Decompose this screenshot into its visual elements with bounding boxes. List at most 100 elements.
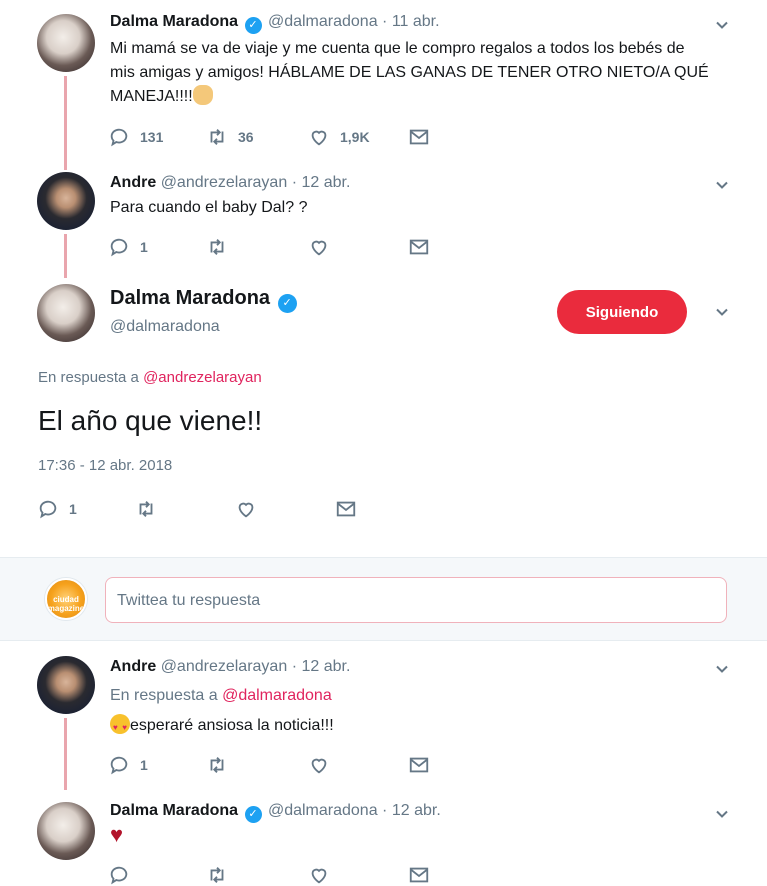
envelope-icon xyxy=(409,239,429,255)
tweet-date[interactable]: 12 abr. xyxy=(392,802,441,819)
thread-line xyxy=(64,718,67,790)
retweet-button[interactable] xyxy=(135,497,157,521)
tweet-header: Andre @andrezelarayan · 12 abr. xyxy=(110,174,350,192)
direct-message-button[interactable] xyxy=(408,863,430,886)
tweet-dalma-1[interactable]: Dalma Maradona ✓ @dalmaradona · 11 abr. … xyxy=(0,0,767,170)
author-handle[interactable]: @dalmaradona xyxy=(110,318,220,336)
verified-badge-icon: ✓ xyxy=(277,294,297,313)
current-user-avatar[interactable]: ciudad magazine xyxy=(45,578,87,620)
separator-dot: · xyxy=(382,13,388,30)
tweet-timestamp[interactable]: 17:36 - 12 abr. 2018 xyxy=(38,457,172,474)
chevron-down-icon[interactable] xyxy=(715,807,729,821)
tweet-header: Dalma Maradona ✓ @dalmaradona · 11 abr. xyxy=(110,13,440,34)
reply-count: 1 xyxy=(69,501,77,517)
reply-button[interactable]: 1 xyxy=(37,497,77,521)
envelope-icon xyxy=(336,501,356,517)
direct-message-button[interactable] xyxy=(335,497,357,521)
like-button[interactable] xyxy=(308,235,330,259)
like-count: 1,9K xyxy=(340,129,370,145)
tweet-andre-1[interactable]: Andre @andrezelarayan · 12 abr. Para cua… xyxy=(0,168,767,278)
tweet-date[interactable]: 12 abr. xyxy=(301,658,350,675)
retweet-icon xyxy=(210,757,224,773)
retweet-icon xyxy=(139,501,153,517)
chevron-down-icon[interactable] xyxy=(715,662,729,676)
reply-button[interactable]: 131 xyxy=(108,125,163,149)
verified-badge-icon: ✓ xyxy=(244,17,262,34)
tweet-date[interactable]: 11 abr. xyxy=(392,13,440,30)
author-name[interactable]: Andre xyxy=(110,658,156,675)
tweet-text-line: MANEJA!!!! xyxy=(110,85,730,109)
direct-message-button[interactable] xyxy=(408,235,430,259)
retweet-button[interactable] xyxy=(206,863,228,886)
reply-andre[interactable]: Andre @andrezelarayan · 12 abr. En respu… xyxy=(0,650,767,790)
avatar-logo-text: ciudad magazine xyxy=(47,595,85,613)
author-name[interactable]: Dalma Maradona xyxy=(110,802,238,819)
reply-button[interactable] xyxy=(108,863,130,886)
avatar[interactable] xyxy=(37,656,95,714)
tweet-text: Para cuando el baby Dal? ? xyxy=(110,199,308,216)
heart-icon xyxy=(311,130,327,146)
author-handle[interactable]: @dalmaradona xyxy=(268,802,378,819)
tweet-text-line: mis amigas y amigos! HÁBLAME DE LAS GANA… xyxy=(110,64,709,81)
heart-icon xyxy=(311,758,327,774)
like-button[interactable] xyxy=(308,753,330,777)
replying-prefix: En respuesta a xyxy=(38,369,139,386)
following-button[interactable]: Siguiendo xyxy=(557,290,687,334)
avatar[interactable] xyxy=(37,172,95,230)
author-handle[interactable]: @dalmaradona xyxy=(268,13,378,30)
reply-icon xyxy=(39,500,57,519)
retweet-icon xyxy=(210,129,224,145)
author-handle[interactable]: @andrezelarayan xyxy=(161,658,288,675)
like-button[interactable] xyxy=(235,497,257,521)
tweet-text-line-end: MANEJA!!!! xyxy=(110,88,193,105)
author-name[interactable]: Dalma Maradona ✓ xyxy=(110,287,299,313)
tweet-header: Andre @andrezelarayan · 12 abr. xyxy=(110,658,350,676)
envelope-icon xyxy=(409,867,429,883)
avatar[interactable] xyxy=(37,284,95,342)
envelope-icon xyxy=(409,757,429,773)
woman-facepalm-emoji-icon xyxy=(192,85,213,105)
author-handle[interactable]: @andrezelarayan xyxy=(161,174,288,191)
envelope-icon xyxy=(409,129,429,145)
author-name[interactable]: Dalma Maradona xyxy=(110,13,238,30)
thread-line xyxy=(64,234,67,278)
separator-dot: · xyxy=(382,802,388,819)
avatar[interactable] xyxy=(37,802,95,860)
red-heart-emoji-icon: ♥ xyxy=(110,822,124,847)
author-name[interactable]: Andre xyxy=(110,174,156,191)
retweet-button[interactable] xyxy=(206,753,228,777)
chevron-down-icon[interactable] xyxy=(715,18,729,32)
replying-to: En respuesta a @andrezelarayan xyxy=(38,369,262,386)
reply-input[interactable]: Twittea tu respuesta xyxy=(105,577,727,623)
retweet-button[interactable] xyxy=(206,235,228,259)
reply-button[interactable]: 1 xyxy=(108,753,148,777)
reply-icon xyxy=(110,756,128,775)
tweet-date[interactable]: 12 abr. xyxy=(301,174,350,191)
reply-count: 1 xyxy=(140,239,148,255)
tweet-text-line: Mi mamá se va de viaje y me cuenta que l… xyxy=(110,40,685,57)
heart-icon xyxy=(311,868,327,884)
chevron-down-icon[interactable] xyxy=(715,305,729,319)
replying-to: En respuesta a @dalmaradona xyxy=(110,684,730,708)
reply-dalma[interactable]: Dalma Maradona ✓ @dalmaradona · 12 abr. … xyxy=(0,790,767,886)
mention-link[interactable]: @andrezelarayan xyxy=(143,369,262,386)
direct-message-button[interactable] xyxy=(408,753,430,777)
like-button[interactable] xyxy=(308,863,330,886)
chevron-down-icon[interactable] xyxy=(715,178,729,192)
direct-message-button[interactable] xyxy=(408,125,430,149)
reply-icon xyxy=(110,866,128,885)
mention-link[interactable]: @dalmaradona xyxy=(222,687,332,704)
tweet-text-content: esperaré ansiosa la noticia!!! xyxy=(130,717,334,734)
heart-icon xyxy=(238,502,254,518)
retweet-button[interactable]: 36 xyxy=(206,125,254,149)
tweet-text: Mi mamá se va de viaje y me cuenta que l… xyxy=(110,37,730,109)
tweet-text: El año que viene!! xyxy=(38,405,263,436)
retweet-count: 36 xyxy=(238,129,254,145)
heart-eyes-emoji-icon xyxy=(110,714,130,740)
avatar[interactable] xyxy=(37,14,95,72)
like-button[interactable]: 1,9K xyxy=(308,125,370,149)
reply-button[interactable]: 1 xyxy=(108,235,148,259)
reply-icon xyxy=(110,128,128,147)
verified-badge-icon: ✓ xyxy=(244,806,262,823)
thread-line xyxy=(64,76,67,170)
